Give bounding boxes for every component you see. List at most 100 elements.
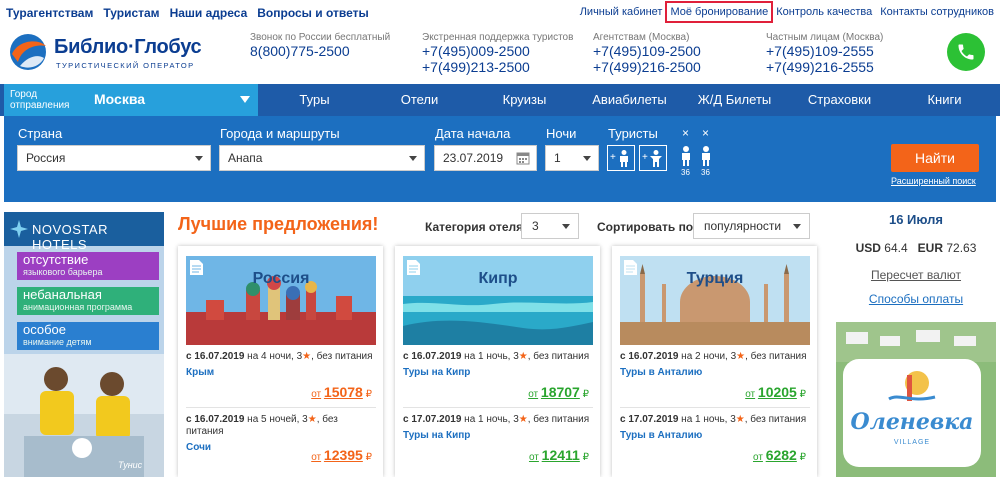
topnav-link-my-booking[interactable]: Моё бронирование (665, 1, 774, 23)
offer-item[interactable]: с 17.07.2019 на 1 ночь, 3★, без питания … (403, 414, 593, 464)
adult-icon (682, 146, 690, 166)
nav-tours[interactable]: Туры (262, 84, 367, 116)
offer-card-russia[interactable]: Россия с 16.07.2019 на 4 ночи, 3★, без п… (178, 246, 383, 477)
current-date: 16 Июля (888, 212, 944, 227)
brand-tagline: ТУРИСТИЧЕСКИЙ ОПЕРАТОР (56, 61, 195, 70)
offer-destination-link[interactable]: Туры в Анталию (620, 430, 810, 442)
eur-rate: 72.63 (946, 241, 977, 255)
offer-destination-link[interactable]: Туры на Кипр (403, 430, 593, 442)
offer-item[interactable]: с 16.07.2019 на 5 ночей, 3★, без питания… (186, 414, 376, 464)
tourists-label: Туристы (608, 126, 658, 141)
offer-price[interactable]: от 6282 ₽ (753, 448, 806, 464)
date-field[interactable]: 23.07.2019 (434, 145, 537, 171)
offer-item[interactable]: с 16.07.2019 на 4 ночи, 3★, без питания … (186, 351, 376, 401)
banner-pill: отсутствие языкового барьера (17, 252, 159, 280)
adult-icon (620, 150, 628, 167)
sort-select[interactable]: популярности (693, 213, 810, 239)
topnav-link-agencies[interactable]: Турагентствам (6, 6, 93, 20)
star-icon: ★ (736, 351, 746, 362)
chevron-down-icon (240, 96, 250, 103)
topnav-link-account[interactable]: Личный кабинет (580, 6, 663, 18)
offer-item[interactable]: с 17.07.2019 на 1 ночь, 3★, без питания … (620, 414, 810, 464)
phone-link[interactable]: +7(499)216-2500 (593, 59, 701, 75)
phone-link[interactable]: +7(495)109-2555 (766, 43, 883, 59)
nights-select[interactable]: 1 (545, 145, 599, 171)
find-button[interactable]: Найти (891, 144, 979, 172)
destination-image: Россия (186, 256, 376, 345)
card-country-title: Турция (686, 270, 744, 287)
contact-emergency: Экстренная поддержка туристов +7(495)009… (422, 32, 574, 75)
banner-caption: Тунис (118, 460, 143, 470)
remove-tourist-2-icon[interactable]: × (702, 126, 709, 140)
destination-image: Турция (620, 256, 810, 345)
phone-link[interactable]: +7(499)213-2500 (422, 59, 573, 75)
divider (403, 407, 593, 408)
nav-books[interactable]: Книги (892, 84, 997, 116)
topnav-link-faq[interactable]: Вопросы и ответы (257, 6, 368, 20)
phone-link[interactable]: +7(495)109-2500 (593, 43, 701, 59)
globe-logo-icon (10, 34, 46, 70)
offer-price[interactable]: от 15078 ₽ (311, 385, 372, 401)
sort-label: Сортировать по: (597, 220, 698, 234)
header: Библио·Глобус ТУРИСТИЧЕСКИЙ ОПЕРАТОР Зво… (0, 26, 1000, 84)
advanced-search-link[interactable]: Расширенный поиск (891, 176, 976, 186)
novostar-banner[interactable]: NOVOSTAR HOTELS отсутствие языкового бар… (4, 212, 164, 477)
offer-price[interactable]: от 10205 ₽ (745, 385, 806, 401)
departure-city-select[interactable]: Город отправления Москва (4, 84, 258, 116)
offer-card-cyprus[interactable]: Кипр с 16.07.2019 на 1 ночь, 3★, без пит… (395, 246, 600, 477)
phone-link[interactable]: +7(499)216-2555 (766, 59, 883, 75)
offer-price[interactable]: от 18707 ₽ (528, 385, 589, 401)
hotel-category-select[interactable]: 3 (521, 213, 579, 239)
topnav-link-addresses[interactable]: Наши адреса (170, 6, 248, 20)
callback-button[interactable] (947, 33, 985, 71)
lighthouse-icon (888, 371, 936, 401)
document-icon (624, 260, 637, 275)
nav-cruises[interactable]: Круизы (472, 84, 577, 116)
nav-insurance[interactable]: Страховки (787, 84, 892, 116)
add-adult-button[interactable]: + (607, 145, 635, 171)
child-icon (650, 150, 662, 167)
contact-free-russia: Звонок по России бесплатный 8(800)775-25… (250, 32, 391, 59)
phone-link[interactable]: 8(800)775-2500 (250, 43, 390, 59)
animators-photo (4, 354, 164, 477)
banner-pill: небанальная анимационная программа (17, 287, 159, 315)
add-child-button[interactable]: + (639, 145, 667, 171)
topnav-link-staff-contacts[interactable]: Контакты сотрудников (880, 6, 994, 18)
star-logo-icon (10, 220, 28, 238)
star-icon: ★ (302, 351, 312, 362)
chevron-down-icon (583, 156, 591, 161)
cities-label: Города и маршруты (220, 126, 340, 141)
nav-train-tickets[interactable]: Ж/Д Билеты (682, 84, 787, 116)
offer-price[interactable]: от 12411 ₽ (529, 448, 589, 464)
banner-brand: NOVOSTAR HOTELS (32, 222, 108, 252)
village-photo (836, 322, 996, 362)
offer-destination-link[interactable]: Туры в Анталию (620, 367, 810, 379)
payment-methods-link[interactable]: Способы оплаты (836, 292, 996, 306)
offer-price[interactable]: от 12395 ₽ (311, 448, 372, 464)
topnav-link-tourists[interactable]: Туристам (103, 6, 159, 20)
logo[interactable]: Библио·Глобус ТУРИСТИЧЕСКИЙ ОПЕРАТОР (8, 30, 218, 78)
country-label: Страна (18, 126, 63, 141)
olenevka-logo: Оленевка VILLAGE (843, 359, 981, 467)
offer-destination-link[interactable]: Туры на Кипр (403, 367, 593, 379)
tourist-age: 36 (701, 168, 710, 177)
phone-icon (958, 44, 974, 60)
top-navigation: Турагентствам Туристам Наши адреса Вопро… (0, 0, 1000, 26)
calendar-icon[interactable] (516, 151, 530, 165)
offer-card-turkey[interactable]: Турция с 16.07.2019 на 2 ночи, 3★, без п… (612, 246, 817, 477)
nav-hotels[interactable]: Отели (367, 84, 472, 116)
currency-recalc-link[interactable]: Пересчет валют (836, 268, 996, 282)
star-icon: ★ (518, 414, 528, 425)
nav-flights[interactable]: Авиабилеты (577, 84, 682, 116)
remove-tourist-1-icon[interactable]: × (682, 126, 689, 140)
divider (186, 407, 376, 408)
offer-item[interactable]: с 16.07.2019 на 2 ночи, 3★, без питания … (620, 351, 810, 401)
olenevka-ad-banner[interactable]: Оленевка VILLAGE (836, 322, 996, 477)
country-select[interactable]: Россия (17, 145, 211, 171)
phone-link[interactable]: +7(495)009-2500 (422, 43, 573, 59)
topnav-link-quality[interactable]: Контроль качества (776, 6, 872, 18)
chevron-down-icon (195, 156, 203, 161)
offer-item[interactable]: с 16.07.2019 на 1 ночь, 3★, без питания … (403, 351, 593, 401)
offer-destination-link[interactable]: Крым (186, 367, 376, 379)
cities-select[interactable]: Анапа (219, 145, 425, 171)
